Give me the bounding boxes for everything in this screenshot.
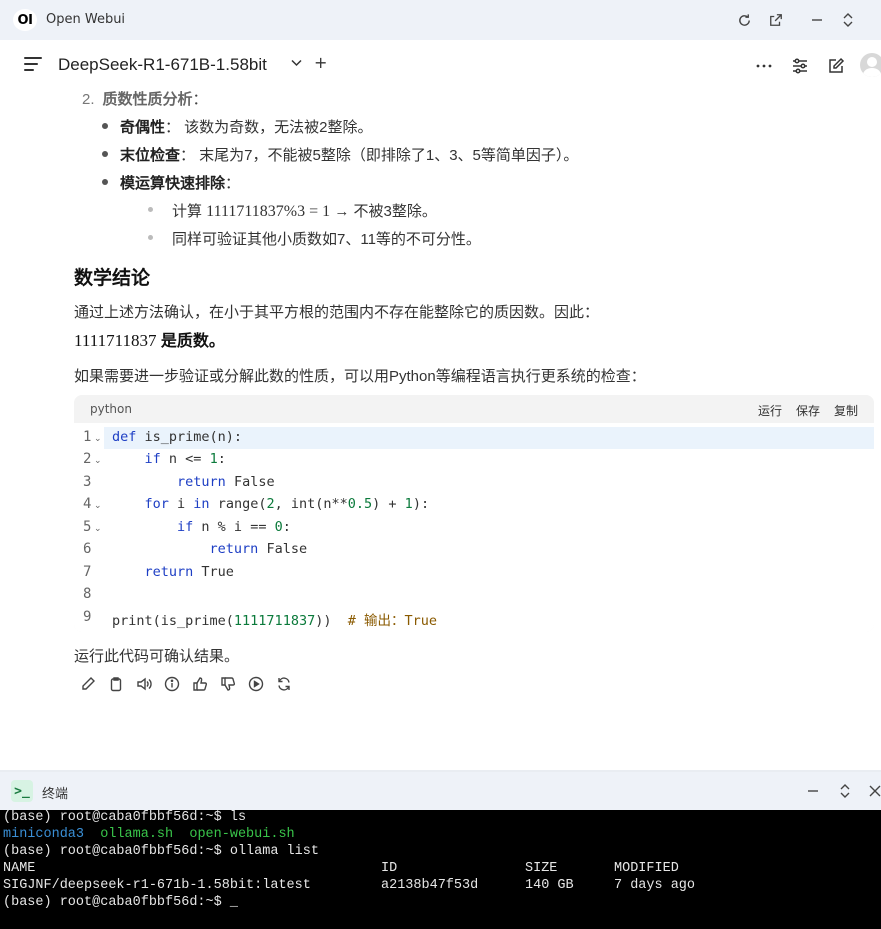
code-block: python 运行 保存 复制 1 ⌄ 2 ⌄ 3 4 ⌄ 5 ⌄ 6 7 8 9 def is_pri… (74, 395, 874, 632)
paragraph: 如果需要进一步验证或分解此数的性质，可以用Python等编程语言执行更系统的检查… (74, 368, 646, 385)
section-heading: 数学结论 (74, 268, 151, 289)
code-line: return False (209, 541, 308, 557)
thumbs-down-icon[interactable] (218, 674, 238, 694)
terminal-line: (base) root@caba0fbbf56d:~$ ollama list (3, 844, 319, 859)
copy-code-button[interactable]: 复制 (834, 402, 858, 419)
terminal-title: 终端 (42, 787, 69, 802)
line-number: 4 (83, 496, 92, 512)
list-item: 奇偶性： 该数为奇数，无法被2整除。 (102, 116, 373, 137)
code-line: if n <= 1: (144, 451, 226, 467)
terminal-line: miniconda3 ollama.sh open-webui.sh (3, 827, 295, 842)
close-icon[interactable] (864, 780, 881, 802)
code-block-header: python 运行 保存 复制 (74, 395, 874, 423)
add-model-button[interactable]: + (314, 53, 327, 72)
line-number: 5 (83, 519, 92, 535)
conclusion: 1111711837 是质数。 (74, 331, 225, 350)
code-line: print(is_prime(1111711837)) # 输出：True (112, 613, 437, 629)
paragraph: 运行此代码可确认结果。 (74, 648, 240, 665)
chat-header: DeepSeek-R1-671B-1.58bit + (0, 40, 881, 92)
code-language: python (90, 402, 132, 416)
line-number: 7 (83, 564, 92, 580)
fold-chevron-icon[interactable]: ⌄ (94, 434, 102, 444)
read-aloud-icon[interactable] (134, 674, 154, 694)
sidebar-menu-icon[interactable] (24, 57, 42, 73)
minimize-icon[interactable] (802, 780, 824, 802)
controls-sliders-icon[interactable] (788, 54, 812, 78)
user-avatar[interactable] (860, 53, 881, 77)
line-number: 8 (83, 586, 92, 602)
code-line: return True (144, 564, 234, 580)
list-item: 2. 质数性质分析： (82, 91, 208, 108)
open-webui-window: OI Open Webui DeepSeek-R1-671B-1.58bit + (0, 0, 881, 770)
fold-chevron-icon[interactable]: ⌄ (94, 456, 102, 466)
line-number: 3 (83, 474, 92, 490)
line-number: 2 (83, 451, 92, 467)
code-editor[interactable]: 1 ⌄ 2 ⌄ 3 4 ⌄ 5 ⌄ 6 7 8 9 def is_prime(n): if n <= 1… (74, 423, 874, 632)
terminal-cursor: _ (229, 895, 238, 910)
line-number: 9 (83, 609, 92, 625)
copy-icon[interactable] (106, 674, 126, 694)
save-code-button[interactable]: 保存 (796, 402, 820, 419)
list-item: 同样可验证其他小质数如7、11等的不可分性。 (148, 228, 481, 249)
window-titlebar: OI Open Webui (0, 0, 881, 40)
app-logo: OI (13, 9, 37, 31)
continue-icon[interactable] (246, 674, 266, 694)
terminal-window: >_ 终端 (base) root@caba0fbbf56d:~$ ls min… (0, 772, 881, 929)
code-line: def is_prime(n): (112, 429, 243, 445)
code-line: for i in range(2, int(n**0.5) + 1): (144, 496, 430, 512)
terminal-output[interactable]: (base) root@caba0fbbf56d:~$ ls miniconda… (0, 810, 881, 929)
code-line: if n % i == 0: (177, 519, 291, 535)
restore-icon[interactable] (834, 780, 856, 802)
edit-icon[interactable] (78, 674, 98, 694)
code-line: return False (177, 474, 275, 490)
run-code-button[interactable]: 运行 (758, 402, 782, 419)
line-number: 6 (83, 541, 92, 557)
window-title: Open Webui (46, 12, 126, 27)
new-chat-icon[interactable] (824, 54, 848, 78)
list-item: 计算 1111711837%3 = 1 → 不被3整除。 (148, 200, 437, 221)
terminal-titlebar: >_ 终端 (0, 772, 881, 810)
more-options-icon[interactable] (752, 54, 776, 78)
list-item: 末位检查： 末尾为7，不能被5整除（即排除了1、3、5等简单因子）。 (101, 144, 578, 165)
regenerate-icon[interactable] (274, 674, 294, 694)
terminal-icon: >_ (11, 780, 33, 802)
fold-chevron-icon[interactable]: ⌄ (94, 501, 102, 511)
thumbs-up-icon[interactable] (190, 674, 210, 694)
restore-icon[interactable] (837, 9, 859, 31)
terminal-line: (base) root@caba0fbbf56d:~$ ls (3, 810, 247, 825)
paragraph: 通过上述方法确认，在小于其平方根的范围内不存在能整除它的质因数。因此： (74, 304, 600, 321)
refresh-icon[interactable] (733, 9, 755, 31)
list-item: 模运算快速排除： (101, 172, 240, 193)
info-icon[interactable] (162, 674, 182, 694)
terminal-line: (base) root@caba0fbbf56d:~$ _ (3, 895, 238, 910)
minimize-icon[interactable] (806, 9, 828, 31)
fold-chevron-icon[interactable]: ⌄ (94, 524, 102, 534)
line-number: 1 (83, 429, 92, 445)
model-selector[interactable]: DeepSeek-R1-671B-1.58bit (58, 55, 267, 75)
external-link-icon[interactable] (765, 9, 787, 31)
chevron-down-icon[interactable] (291, 56, 302, 71)
